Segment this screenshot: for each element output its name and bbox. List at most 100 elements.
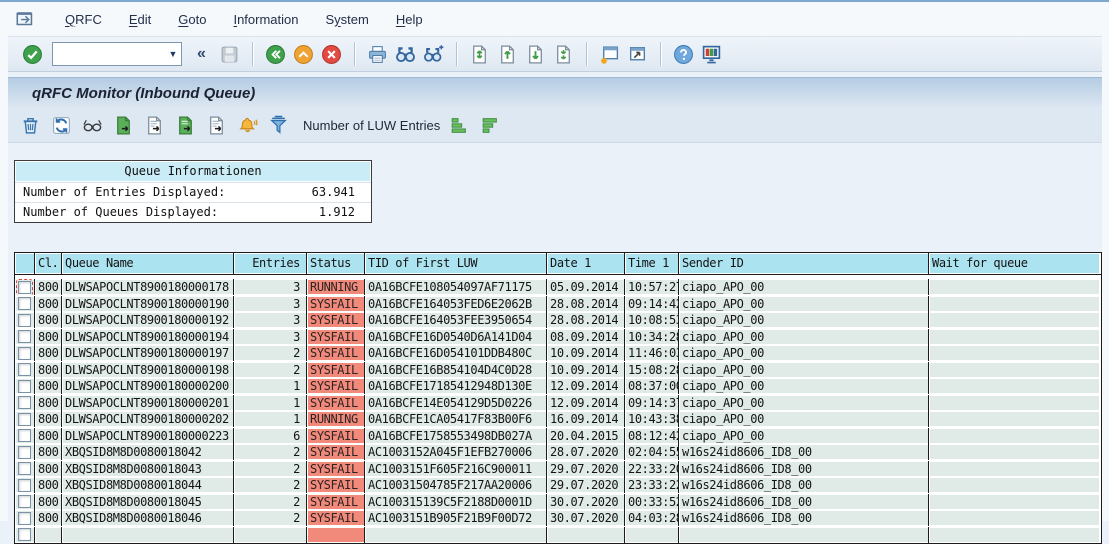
cell-queue_name[interactable]: DLWSAPOCLNT8900180000198 [62, 362, 234, 378]
column-header-date1[interactable]: Date 1 [547, 253, 625, 274]
gui-layout-icon[interactable] [701, 44, 722, 65]
delete-queue-icon[interactable] [20, 115, 41, 136]
cell-status[interactable]: SYSFAIL [307, 428, 365, 444]
cell-tid: 0A16BCFE17185412948D130E [365, 378, 547, 394]
cell-queue_name[interactable]: DLWSAPOCLNT8900180000190 [62, 296, 234, 312]
column-header-status[interactable]: Status [307, 253, 365, 274]
cell-queue_name[interactable]: XBQSID8M8D0080018043 [62, 461, 234, 477]
command-field[interactable]: ▼ [52, 42, 182, 66]
cell-select [15, 395, 35, 411]
row-checkbox[interactable] [18, 528, 31, 541]
exit-icon[interactable] [293, 44, 314, 65]
new-session-icon[interactable] [599, 44, 620, 65]
cell-queue_name[interactable]: DLWSAPOCLNT8900180000223 [62, 428, 234, 444]
cell-queue_name[interactable] [62, 527, 234, 543]
menu-goto[interactable]: Goto [178, 12, 206, 27]
cell-status[interactable]: SYSFAIL [307, 378, 365, 394]
save-icon[interactable] [219, 44, 240, 65]
command-input[interactable] [53, 47, 165, 62]
cell-status[interactable]: SYSFAIL [307, 494, 365, 510]
cell-queue_name[interactable]: DLWSAPOCLNT8900180000202 [62, 411, 234, 427]
cell-queue_name[interactable]: DLWSAPOCLNT8900180000200 [62, 378, 234, 394]
cell-status[interactable]: SYSFAIL [307, 296, 365, 312]
column-header-cl[interactable]: Cl. [35, 253, 62, 274]
cell-queue_name[interactable]: XBQSID8M8D0080018045 [62, 494, 234, 510]
cell-status[interactable] [307, 527, 365, 543]
column-header-sender[interactable]: Sender ID [679, 253, 929, 274]
print-icon[interactable] [367, 44, 388, 65]
menu-information[interactable]: Information [233, 12, 298, 27]
column-header-entries[interactable]: Entries [234, 253, 307, 274]
cell-status[interactable]: RUNNING [307, 279, 365, 295]
row-checkbox[interactable] [18, 396, 31, 409]
column-header-time1[interactable]: Time 1 [625, 253, 679, 274]
row-checkbox[interactable] [18, 363, 31, 376]
menu-system[interactable]: System [326, 12, 369, 27]
menu-help[interactable]: Help [396, 12, 423, 27]
row-checkbox[interactable] [18, 281, 31, 294]
cell-queue_name[interactable]: DLWSAPOCLNT8900180000201 [62, 395, 234, 411]
cell-status[interactable]: SYSFAIL [307, 444, 365, 460]
column-header-tid[interactable]: TID of First LUW [365, 253, 547, 274]
row-checkbox[interactable] [18, 446, 31, 459]
cell-status[interactable]: SYSFAIL [307, 312, 365, 328]
row-checkbox[interactable] [18, 347, 31, 360]
cell-status[interactable]: SYSFAIL [307, 461, 365, 477]
filter-icon[interactable] [268, 115, 289, 136]
collapse-icon[interactable]: « [191, 44, 212, 65]
page-last-icon[interactable] [553, 44, 574, 65]
row-checkbox[interactable] [18, 512, 31, 525]
cell-status[interactable]: SYSFAIL [307, 395, 365, 411]
row-checkbox[interactable] [18, 297, 31, 310]
cell-queue_name[interactable]: XBQSID8M8D0080018046 [62, 510, 234, 526]
row-checkbox[interactable] [18, 495, 31, 508]
back-icon[interactable] [265, 44, 286, 65]
cell-status[interactable]: SYSFAIL [307, 362, 365, 378]
row-checkbox[interactable] [18, 314, 31, 327]
row-checkbox[interactable] [18, 479, 31, 492]
row-checkbox[interactable] [18, 413, 31, 426]
sort-descending-icon[interactable] [479, 115, 500, 136]
command-dropdown-icon[interactable]: ▼ [165, 43, 181, 65]
cell-queue_name[interactable]: XBQSID8M8D0080018044 [62, 477, 234, 493]
column-header-queue_name[interactable]: Queue Name [62, 253, 234, 274]
cell-status[interactable]: SYSFAIL [307, 345, 365, 361]
cell-select [15, 477, 35, 493]
cell-status[interactable]: SYSFAIL [307, 477, 365, 493]
cell-status[interactable]: RUNNING [307, 411, 365, 427]
menu-qrfc[interactable]: QRFC [65, 12, 102, 27]
column-header-sel[interactable] [15, 253, 35, 274]
enter-icon[interactable] [22, 44, 43, 65]
row-checkbox[interactable] [18, 380, 31, 393]
alert-icon[interactable] [237, 115, 258, 136]
cell-queue_name[interactable]: DLWSAPOCLNT8900180000194 [62, 329, 234, 345]
number-of-luw-entries-button[interactable]: Number of LUW Entries [303, 118, 440, 133]
execute-luws-icon[interactable] [144, 115, 165, 136]
cell-queue_name[interactable]: DLWSAPOCLNT8900180000197 [62, 345, 234, 361]
cancel-icon[interactable] [321, 44, 342, 65]
sort-ascending-icon[interactable] [448, 115, 469, 136]
activate-queues-icon[interactable] [206, 115, 227, 136]
column-header-wait[interactable]: Wait for queue [929, 253, 1099, 274]
row-checkbox[interactable] [18, 429, 31, 442]
activate-queue-icon[interactable] [175, 115, 196, 136]
cell-status[interactable]: SYSFAIL [307, 329, 365, 345]
cell-queue_name[interactable]: DLWSAPOCLNT8900180000192 [62, 312, 234, 328]
cell-queue_name[interactable]: XBQSID8M8D0080018042 [62, 444, 234, 460]
display-icon[interactable] [82, 115, 103, 136]
row-checkbox[interactable] [18, 462, 31, 475]
cell-status[interactable]: SYSFAIL [307, 510, 365, 526]
row-checkbox[interactable] [18, 330, 31, 343]
create-shortcut-icon[interactable] [627, 44, 648, 65]
page-first-icon[interactable] [469, 44, 490, 65]
menu-edit[interactable]: Edit [129, 12, 151, 27]
control-menu-icon[interactable] [14, 9, 38, 29]
page-down-icon[interactable] [525, 44, 546, 65]
find-next-icon[interactable] [423, 44, 444, 65]
execute-luw-icon[interactable] [113, 115, 134, 136]
page-up-icon[interactable] [497, 44, 518, 65]
find-icon[interactable] [395, 44, 416, 65]
help-icon[interactable] [673, 44, 694, 65]
cell-queue_name[interactable]: DLWSAPOCLNT8900180000178 [62, 279, 234, 295]
refresh-icon[interactable] [51, 115, 72, 136]
